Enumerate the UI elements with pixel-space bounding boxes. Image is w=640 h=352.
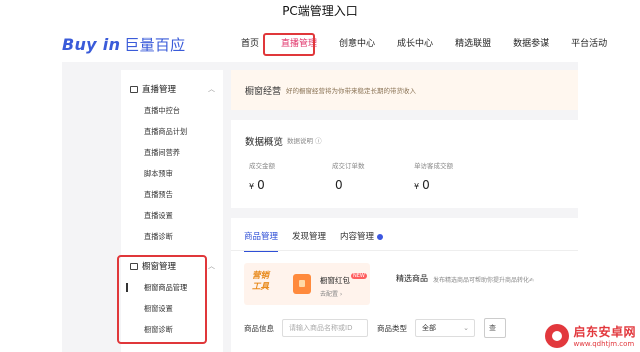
query-button[interactable]: 查 bbox=[484, 318, 506, 338]
top-header: Buy in 巨量百应 首页 直播管理 创意中心 成长中心 精选联盟 数据参谋 平… bbox=[62, 26, 607, 62]
banner-subtitle: 好的橱窗经营将为你带来稳定长期的带货收入 bbox=[286, 87, 417, 95]
brand-logo[interactable]: Buy in 巨量百应 bbox=[62, 34, 185, 55]
stat-label: 成交金额 bbox=[249, 162, 275, 170]
page-caption: PC端管理入口 bbox=[282, 4, 358, 18]
brand-logo-cn: 巨量百应 bbox=[124, 35, 186, 54]
watermark-name: 启东安卓网 bbox=[573, 325, 636, 339]
live-icon bbox=[130, 85, 138, 93]
sidebar-group-live: 直播管理 ︿ 直播中控台 直播商品计划 直播间营养 脚本预审 直播预告 直播设置… bbox=[121, 78, 223, 247]
sidebar-item-live-preview[interactable]: 直播预告 bbox=[121, 184, 223, 205]
watermark-logo-icon bbox=[545, 323, 570, 348]
overview-help-link[interactable]: 数据说明 ⓘ bbox=[287, 135, 322, 145]
banner-title: 橱窗经营 bbox=[245, 86, 282, 97]
goods-tabs: 商品管理 发现管理 内容管理 bbox=[244, 230, 397, 252]
nav-highlight-box bbox=[263, 33, 315, 56]
promo-title: 橱窗红包 bbox=[320, 276, 350, 285]
stat-label: 单访客成交额 bbox=[414, 162, 453, 170]
window-ops-banner: 橱窗经营 好的橱窗经营将为你带来稳定长期的带货收入 bbox=[231, 70, 578, 110]
brand-logo-en: Buy in bbox=[62, 34, 121, 54]
stat-label: 成交订单数 bbox=[332, 162, 365, 170]
tab-goods-management[interactable]: 商品管理 bbox=[244, 230, 279, 252]
nav-data-advisor[interactable]: 数据参谋 bbox=[502, 26, 560, 62]
red-packet-promo[interactable]: 营销 工具 橱窗红包 NEW 去配置 › bbox=[244, 263, 370, 305]
stat-value: 0 bbox=[335, 178, 343, 192]
goods-management-card: 商品管理 发现管理 内容管理 营销 工具 橱窗红包 NEW 去配置 › 精选商品 … bbox=[231, 218, 578, 352]
sidebar-item-live-room[interactable]: 直播间营养 bbox=[121, 142, 223, 163]
nav-alliance[interactable]: 精选联盟 bbox=[444, 26, 502, 62]
stat-value: ¥0 bbox=[249, 178, 265, 192]
tab-discovery-management[interactable]: 发现管理 bbox=[292, 230, 326, 242]
sidebar-group-live-header[interactable]: 直播管理 ︿ bbox=[121, 78, 223, 100]
watermark-url: www.qdhtjm.com bbox=[573, 340, 635, 348]
goods-type-value: 全部 bbox=[422, 324, 436, 332]
watermark: 启东安卓网 www.qdhtjm.com bbox=[545, 323, 636, 348]
goods-type-label: 商品类型 bbox=[377, 324, 407, 333]
nav-platform-activities[interactable]: 平台活动 bbox=[560, 26, 618, 62]
nav-growth-center[interactable]: 成长中心 bbox=[386, 26, 444, 62]
data-overview-card: 数据概览 数据说明 ⓘ 成交金额 ¥0 成交订单数 0 单访客成交额 ¥0 bbox=[231, 120, 578, 208]
featured-goods-title: 精选商品 bbox=[396, 274, 428, 283]
goods-type-select[interactable]: 全部 ⌄ bbox=[415, 319, 475, 337]
tab-content-management[interactable]: 内容管理 bbox=[340, 230, 384, 242]
sidebar-item-script-review[interactable]: 脚本预审 bbox=[121, 163, 223, 184]
overview-title: 数据概览 bbox=[245, 137, 284, 148]
sidebar-item-live-diagnosis[interactable]: 直播诊断 bbox=[121, 226, 223, 247]
chevron-up-icon: ︿ bbox=[208, 85, 215, 93]
sidebar-highlight-box bbox=[117, 255, 207, 344]
chevron-down-icon: ⌄ bbox=[463, 324, 469, 332]
tabs-divider bbox=[231, 250, 578, 251]
stat-gmv: 成交金额 ¥0 bbox=[249, 160, 275, 192]
sidebar-item-live-product-plan[interactable]: 直播商品计划 bbox=[121, 121, 223, 142]
sidebar-item-live-settings[interactable]: 直播设置 bbox=[121, 205, 223, 226]
sidebar-group-live-title: 直播管理 bbox=[142, 85, 177, 95]
chevron-up-icon: ︿ bbox=[208, 262, 215, 270]
red-packet-icon bbox=[293, 274, 311, 294]
promo-configure-link[interactable]: 去配置 › bbox=[320, 289, 342, 298]
sidebar-item-live-console[interactable]: 直播中控台 bbox=[121, 100, 223, 121]
nav-creative-center[interactable]: 创意中心 bbox=[328, 26, 386, 62]
stat-value: ¥0 bbox=[414, 178, 430, 192]
goods-info-label: 商品信息 bbox=[244, 324, 274, 333]
new-dot-icon bbox=[377, 233, 384, 240]
goods-search-input[interactable]: 请输入商品名称或ID bbox=[282, 319, 368, 337]
stat-per-visitor: 单访客成交额 ¥0 bbox=[414, 160, 453, 192]
featured-goods-desc: 发布精选商品可帮助你提升商品转化✍ bbox=[433, 277, 535, 284]
stat-orders: 成交订单数 0 bbox=[332, 160, 365, 192]
new-badge: NEW bbox=[351, 273, 367, 279]
marketing-tool-tag: 营销 工具 bbox=[252, 271, 270, 292]
